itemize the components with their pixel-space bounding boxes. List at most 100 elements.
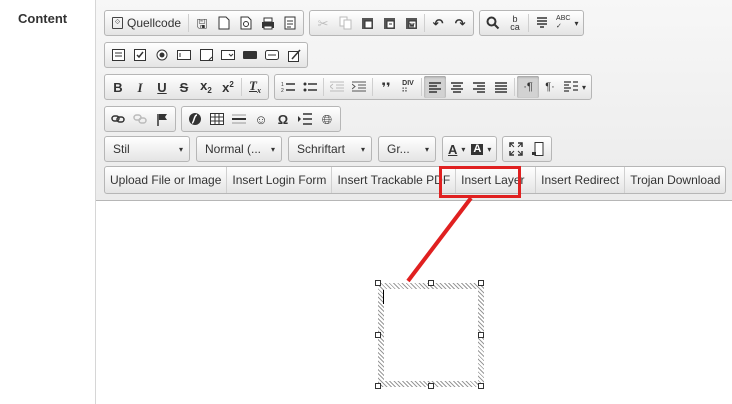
indent-button[interactable] <box>348 76 370 98</box>
page-break-button[interactable] <box>294 108 316 130</box>
strike-button[interactable]: S <box>173 76 195 98</box>
resize-handle-e[interactable] <box>478 332 484 338</box>
button-button[interactable] <box>239 44 261 66</box>
insert-redirect-button[interactable]: Insert Redirect <box>536 167 626 193</box>
resize-handle-se[interactable] <box>478 383 484 389</box>
table-icon <box>210 113 224 125</box>
spellcheck-button[interactable]: ABC ✓ ▾ <box>553 12 581 34</box>
toolbar-row-1: ⟐ Quellcode 🖫 ✂ ↶ ↷ b ca ABC ✓ ▾ <box>104 10 589 36</box>
special-char-button[interactable]: Ω <box>272 108 294 130</box>
subscript-button[interactable]: x2 <box>195 76 217 98</box>
smiley-button[interactable]: ☺ <box>250 108 272 130</box>
source-icon: ⟐ <box>112 17 123 29</box>
replace-button[interactable]: b ca <box>504 12 526 34</box>
find-button[interactable] <box>482 12 504 34</box>
globe-icon: 🌐︎ <box>321 111 333 127</box>
insert-trackable-pdf-button[interactable]: Insert Trackable PDF <box>332 167 457 193</box>
paste-word-button[interactable] <box>400 12 422 34</box>
paste-text-button[interactable] <box>378 12 400 34</box>
flash-button[interactable] <box>184 108 206 130</box>
align-right-button[interactable] <box>468 76 490 98</box>
spellcheck-label: ABC <box>556 15 571 22</box>
print-button[interactable] <box>257 12 279 34</box>
checkbox-button[interactable] <box>129 44 151 66</box>
resize-handle-sw[interactable] <box>375 383 381 389</box>
preview-button[interactable] <box>235 12 257 34</box>
justify-button[interactable] <box>490 76 512 98</box>
insert-group: ☺ Ω 🌐︎ <box>181 106 341 132</box>
layer-content[interactable] <box>384 289 478 381</box>
remove-format-icon: Tx <box>249 78 261 95</box>
bulleted-list-button[interactable] <box>299 76 321 98</box>
basic-styles-group: B I U S x2 x2 Tx <box>104 74 269 100</box>
anchor-button[interactable] <box>151 108 173 130</box>
insert-login-form-button[interactable]: Insert Login Form <box>227 167 333 193</box>
copy-button[interactable] <box>334 12 356 34</box>
ltr-button[interactable]: ·¶ <box>517 76 539 98</box>
show-blocks-icon <box>532 142 544 156</box>
radio-button[interactable] <box>151 44 173 66</box>
resize-handle-nw[interactable] <box>375 280 381 286</box>
upload-file-button[interactable]: Upload File or Image <box>105 167 228 193</box>
horizontal-rule-button[interactable] <box>228 108 250 130</box>
select-all-button[interactable] <box>531 12 553 34</box>
rtl-button[interactable]: ¶· <box>539 76 561 98</box>
find-group: b ca ABC ✓ ▾ <box>479 10 585 36</box>
format-combo[interactable]: Normal (... ▾ <box>196 136 282 162</box>
resize-handle-n[interactable] <box>428 280 434 286</box>
select-button[interactable] <box>217 44 239 66</box>
separator <box>323 78 324 96</box>
iframe-button[interactable]: 🌐︎ <box>316 108 338 130</box>
show-blocks-button[interactable] <box>527 138 549 160</box>
language-button[interactable]: ▾ <box>561 76 589 98</box>
resize-handle-w[interactable] <box>375 332 381 338</box>
form-button[interactable] <box>107 44 129 66</box>
unlink-button[interactable] <box>129 108 151 130</box>
textarea-button[interactable] <box>195 44 217 66</box>
trojan-download-button[interactable]: Trojan Download <box>625 167 725 193</box>
font-combo[interactable]: Schriftart ▾ <box>288 136 372 162</box>
remove-format-button[interactable]: Tx <box>244 76 266 98</box>
textfield-button[interactable] <box>173 44 195 66</box>
source-button[interactable]: ⟐ Quellcode <box>107 12 186 34</box>
flash-icon <box>189 113 201 125</box>
underline-button[interactable]: U <box>151 76 173 98</box>
link-button[interactable] <box>107 108 129 130</box>
button-icon <box>243 51 257 59</box>
image-button-button[interactable] <box>261 44 283 66</box>
text-color-button[interactable]: A ▾ <box>445 138 468 160</box>
undo-button[interactable]: ↶ <box>427 12 449 34</box>
align-left-button[interactable] <box>424 76 446 98</box>
radio-icon <box>156 49 168 61</box>
size-combo[interactable]: Gr... ▾ <box>378 136 436 162</box>
separator <box>372 78 373 96</box>
separator <box>241 78 242 96</box>
new-page-button[interactable] <box>213 12 235 34</box>
creatediv-button[interactable]: DIV ∷ <box>397 76 419 98</box>
format-combo-value: Normal (... <box>205 142 262 156</box>
resize-handle-ne[interactable] <box>478 280 484 286</box>
links-group <box>104 106 176 132</box>
horizontal-rule-icon <box>232 114 246 124</box>
inserted-layer[interactable] <box>378 283 484 387</box>
italic-button[interactable]: I <box>129 76 151 98</box>
bg-color-button[interactable]: A ▾ <box>468 138 494 160</box>
outdent-button[interactable] <box>326 76 348 98</box>
redo-button[interactable]: ↷ <box>449 12 471 34</box>
textfield-icon <box>177 50 191 60</box>
style-combo[interactable]: Stil ▾ <box>104 136 190 162</box>
table-button[interactable] <box>206 108 228 130</box>
cut-button[interactable]: ✂ <box>312 12 334 34</box>
numbered-list-button[interactable]: 12 <box>277 76 299 98</box>
maximize-button[interactable] <box>505 138 527 160</box>
align-right-icon <box>473 81 485 93</box>
save-button[interactable]: 🖫 <box>191 12 213 34</box>
templates-button[interactable] <box>279 12 301 34</box>
hidden-field-button[interactable] <box>283 44 305 66</box>
bold-button[interactable]: B <box>107 76 129 98</box>
blockquote-button[interactable]: ❜❜ <box>375 76 397 98</box>
resize-handle-s[interactable] <box>428 383 434 389</box>
align-center-button[interactable] <box>446 76 468 98</box>
superscript-button[interactable]: x2 <box>217 76 239 98</box>
paste-button[interactable] <box>356 12 378 34</box>
